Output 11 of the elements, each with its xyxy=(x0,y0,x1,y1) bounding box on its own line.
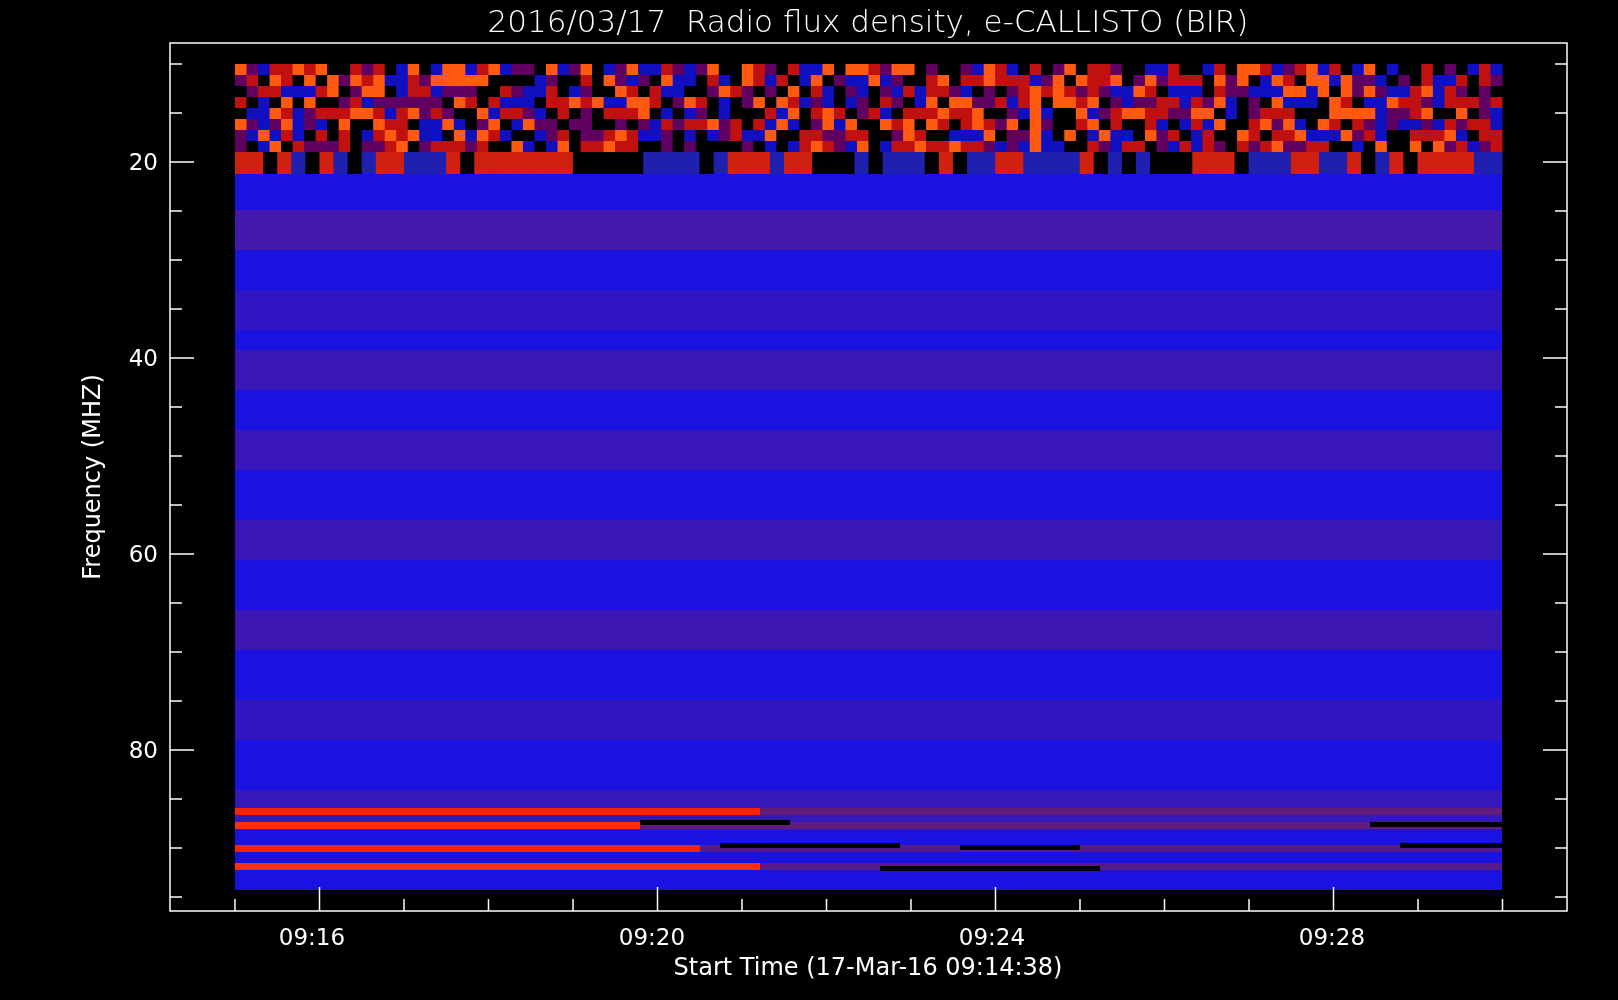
chart-title: 2016/03/17 Radio flux density, e-CALLISTO (BIR) xyxy=(487,3,1249,39)
x-tick-label: 09:24 xyxy=(958,924,1026,950)
x-tick-label: 09:20 xyxy=(618,924,686,950)
y-tick-label: 80 xyxy=(128,737,158,763)
x-tick-label: 09:28 xyxy=(1298,924,1366,950)
y-axis-label: Frequency (MHZ) xyxy=(78,374,106,580)
y-tick-label: 60 xyxy=(128,541,158,567)
x-axis-label: Start Time (17-Mar-16 09:14:38) xyxy=(673,953,1063,981)
y-tick-label: 20 xyxy=(128,149,158,175)
y-tick-label: 40 xyxy=(128,345,158,371)
x-tick-label: 09:16 xyxy=(278,924,346,950)
